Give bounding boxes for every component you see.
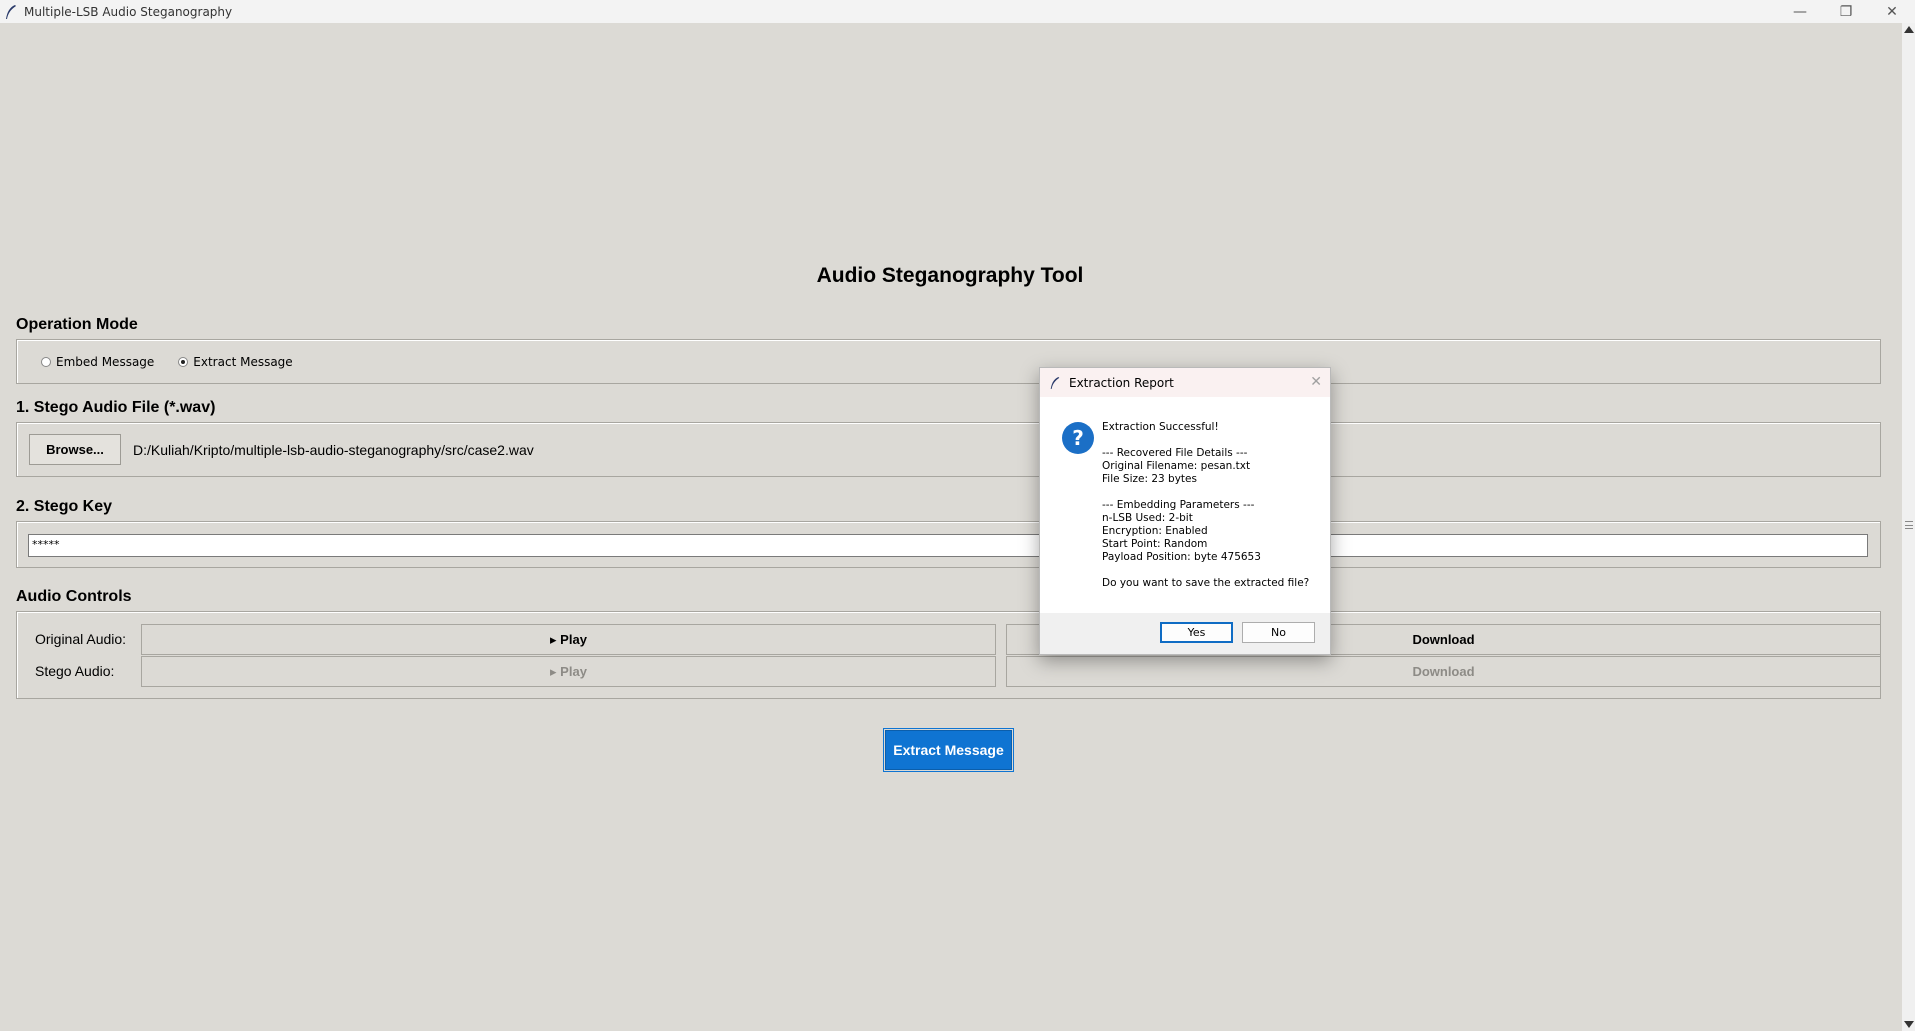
vertical-scrollbar[interactable] <box>1902 23 1915 1031</box>
operation-mode-frame: Embed Message Extract Message <box>16 339 1881 384</box>
maximize-button[interactable]: ❐ <box>1823 0 1869 23</box>
feather-icon <box>1050 376 1060 389</box>
dialog-message: Extraction Successful! --- Recovered Fil… <box>1102 421 1310 589</box>
radio-extract-label: Extract Message <box>193 354 293 369</box>
dialog-footer: Yes No <box>1040 613 1330 654</box>
window-titlebar: Multiple-LSB Audio Steganography — ❐ ✕ <box>0 0 1915 23</box>
dialog-titlebar: Extraction Report <box>1040 368 1330 397</box>
operation-mode-label: Operation Mode <box>16 316 138 333</box>
stego-key-input[interactable]: ***** <box>28 534 1868 557</box>
radio-on-icon[interactable] <box>178 356 189 367</box>
stego-key-frame: ***** <box>16 521 1881 568</box>
dialog-close-icon[interactable]: ✕ <box>1310 374 1322 390</box>
radio-embed-label: Embed Message <box>56 354 155 369</box>
minimize-button[interactable]: — <box>1777 0 1823 23</box>
radio-extract-message[interactable]: Extract Message <box>178 354 293 369</box>
download-stego-button[interactable]: Download <box>1006 656 1881 687</box>
scroll-down-icon[interactable] <box>1904 1021 1914 1028</box>
stego-file-label: 1. Stego Audio File (*.wav) <box>16 399 216 416</box>
scroll-up-icon[interactable] <box>1904 26 1914 33</box>
original-audio-label: Original Audio: <box>35 631 127 647</box>
feather-icon <box>6 4 16 19</box>
extraction-report-dialog: Extraction Report ✕ ? Extraction Success… <box>1039 367 1331 655</box>
play-original-button[interactable]: ▸ Play <box>141 624 996 655</box>
browse-button[interactable]: Browse... <box>29 434 121 465</box>
yes-button[interactable]: Yes <box>1160 622 1233 643</box>
stego-audio-label: Stego Audio: <box>35 663 115 679</box>
audio-controls-frame: Original Audio: ▸ Play Download Stego Au… <box>16 611 1881 699</box>
radio-off-icon[interactable] <box>41 356 51 367</box>
audio-controls-label: Audio Controls <box>16 588 132 605</box>
play-stego-button[interactable]: ▸ Play <box>141 656 996 687</box>
extract-message-button[interactable]: Extract Message <box>883 728 1014 772</box>
file-path-text: D:/Kuliah/Kripto/multiple-lsb-audio-steg… <box>133 442 534 458</box>
stego-key-label: 2. Stego Key <box>16 498 113 515</box>
window-title: Multiple-LSB Audio Steganography <box>24 4 233 19</box>
no-button[interactable]: No <box>1242 622 1315 643</box>
stego-file-frame: Browse... D:/Kuliah/Kripto/multiple-lsb-… <box>16 422 1881 477</box>
dialog-title: Extraction Report <box>1069 375 1174 390</box>
scroll-grip-icon[interactable] <box>1905 521 1913 529</box>
radio-embed-message[interactable]: Embed Message <box>41 355 154 369</box>
close-button[interactable]: ✕ <box>1869 0 1915 23</box>
question-icon: ? <box>1062 422 1094 454</box>
page-title: Audio Steganography Tool <box>816 264 1084 287</box>
